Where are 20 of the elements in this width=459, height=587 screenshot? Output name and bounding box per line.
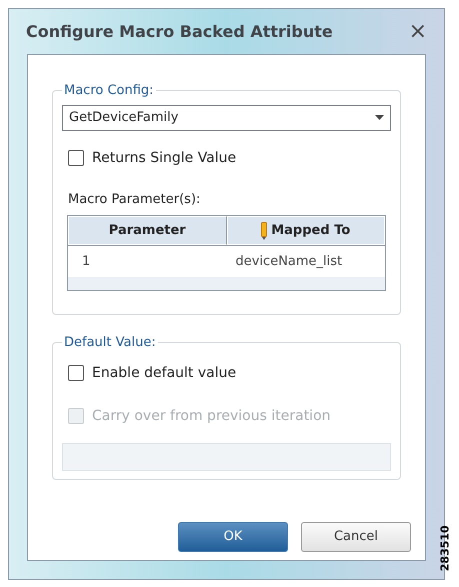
group-legend: Default Value: bbox=[62, 333, 158, 352]
pencil-icon bbox=[261, 222, 268, 240]
checkbox-label: Returns Single Value bbox=[92, 148, 236, 168]
figure-number: 283510 bbox=[438, 525, 453, 572]
checkbox-label: Carry over from previous iteration bbox=[92, 406, 331, 426]
cancel-button[interactable]: Cancel bbox=[301, 522, 411, 552]
table-cell-text: 1 bbox=[81, 252, 92, 271]
checkbox-label: Enable default value bbox=[92, 364, 236, 382]
column-header[interactable]: Parameter bbox=[68, 216, 226, 245]
column-header[interactable]: Mapped To bbox=[226, 216, 385, 245]
checkbox[interactable] bbox=[68, 150, 84, 166]
close-button[interactable]: × bbox=[408, 20, 427, 42]
ok-button[interactable]: OK bbox=[178, 522, 288, 552]
group-legend: Macro Config: bbox=[62, 81, 156, 100]
parameters-label: Macro Parameter(s): bbox=[68, 190, 202, 208]
caret-icon bbox=[375, 115, 384, 120]
checkbox[interactable] bbox=[68, 365, 84, 381]
macro-dropdown[interactable]: GetDeviceFamily bbox=[62, 104, 391, 130]
table-cell-text: deviceName_list bbox=[234, 252, 344, 271]
window-title: Configure Macro Backed Attribute bbox=[26, 20, 333, 42]
